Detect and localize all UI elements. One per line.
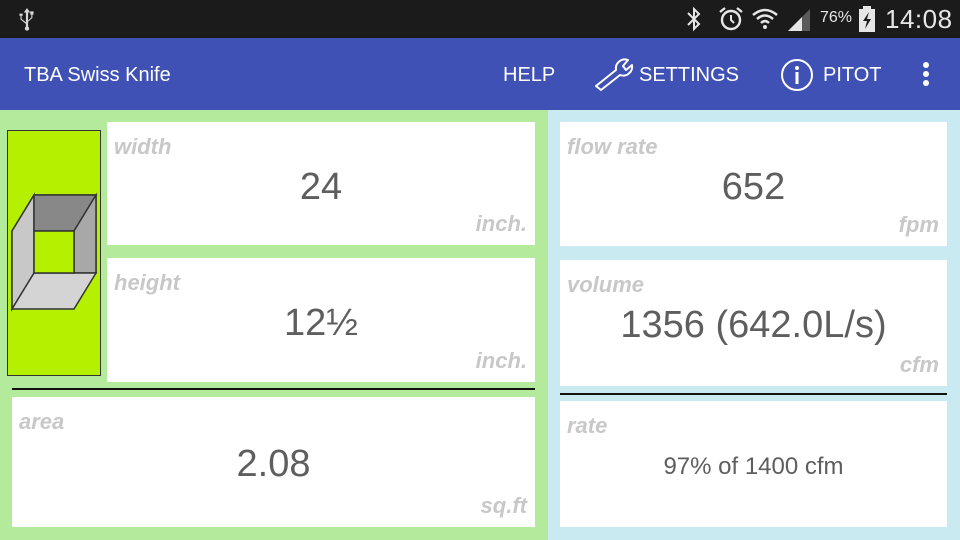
divider — [560, 393, 947, 395]
rectangular-duct-icon — [10, 192, 98, 312]
divider — [12, 388, 535, 390]
area-unit: sq.ft — [480, 493, 527, 518]
volume-unit: cfm — [899, 352, 939, 377]
settings-button[interactable]: SETTINGS — [639, 64, 739, 87]
area-field: area 2.08 sq.ft — [12, 397, 535, 527]
flow-rate-value[interactable]: 652 — [560, 166, 947, 209]
clock: 14:08 — [885, 4, 953, 34]
alarm-icon — [719, 7, 743, 31]
bluetooth-icon — [687, 6, 701, 32]
app-bar: TBA Swiss Knife HELP SETTINGS PITOT — [0, 38, 960, 110]
help-button[interactable]: HELP — [503, 64, 555, 87]
height-label: height — [114, 270, 180, 295]
width-unit: inch. — [475, 211, 527, 236]
info-icon[interactable] — [780, 58, 814, 92]
width-value[interactable]: 24 — [107, 166, 535, 209]
wifi-icon — [752, 8, 778, 29]
duct-shape-selector[interactable] — [7, 130, 101, 376]
volume-value[interactable]: 1356 (642.0L/s) — [560, 304, 947, 347]
usb-icon — [19, 8, 34, 31]
app-title: TBA Swiss Knife — [24, 64, 171, 86]
rate-label: rate — [567, 413, 608, 438]
battery-percent: 76% — [820, 9, 853, 26]
height-value[interactable]: 12½ — [107, 302, 535, 345]
area-label: area — [19, 409, 65, 434]
width-label: width — [114, 134, 172, 159]
flow-rate-field[interactable]: flow rate 652 fpm — [560, 122, 947, 246]
flow-rate-unit: fpm — [898, 212, 939, 237]
overflow-menu-icon[interactable] — [916, 60, 936, 90]
width-field[interactable]: width 24 inch. — [107, 122, 535, 245]
height-unit: inch. — [475, 348, 527, 373]
height-field[interactable]: height 12½ inch. — [107, 258, 535, 382]
flow-rate-label: flow rate — [567, 134, 658, 159]
rate-value: 97% of 1400 cfm — [663, 453, 844, 480]
battery-icon — [859, 6, 875, 32]
status-bar: 76% 14:08 — [0, 0, 960, 38]
area-value: 2.08 — [236, 443, 311, 485]
rate-field: rate 97% of 1400 cfm — [560, 401, 947, 527]
signal-icon — [788, 9, 810, 31]
volume-field[interactable]: volume 1356 (642.0L/s) cfm — [560, 260, 947, 386]
wrench-icon[interactable] — [592, 56, 638, 92]
volume-label: volume — [567, 272, 645, 297]
pitot-button[interactable]: PITOT — [823, 64, 882, 87]
